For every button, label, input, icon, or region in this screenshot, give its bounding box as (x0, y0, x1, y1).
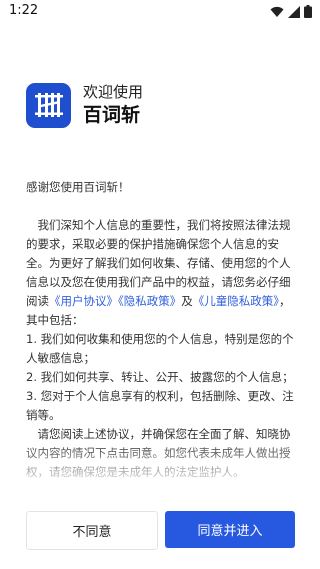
status-bar: 1:22 (0, 0, 320, 24)
welcome-header: 欢迎使用 百词斩 (26, 82, 143, 128)
privacy-policy-link[interactable]: 《隐私政策》 (118, 294, 181, 308)
app-name: 百词斩 (83, 104, 141, 126)
app-logo (26, 82, 71, 128)
list-item: 1. 我们如何收集和使用您的个人信息，特别是您的个人敏感信息； (26, 332, 294, 365)
user-agreement-link[interactable]: 《用户协议》 (49, 294, 118, 308)
greeting-text: 感谢您使用百词斩！ (26, 180, 130, 194)
status-time: 1:22 (9, 3, 39, 18)
decline-button[interactable]: 不同意 (26, 511, 158, 550)
intro-paragraph: 我们深知个人信息的重要性，我们将按照法律法规的要求，采取必要的保护措施确保您个人… (26, 216, 296, 330)
children-privacy-link[interactable]: 《儿童隐私政策》 (193, 294, 279, 308)
accept-button[interactable]: 同意并进入 (165, 511, 295, 548)
wifi-icon (270, 6, 284, 17)
battery-icon (304, 5, 312, 18)
text-fade-overlay (0, 440, 320, 490)
and-text: 及 (181, 294, 193, 308)
signal-icon (288, 5, 300, 18)
app-logo-icon (34, 93, 63, 117)
list-item: 3. 您对于个人信息享有的权利，包括删除、更改、注销等。 (26, 389, 294, 422)
list-item: 2. 我们如何共享、转让、公开、披露您的个人信息； (26, 370, 294, 384)
welcome-text: 欢迎使用 (83, 83, 144, 101)
privacy-agreement-text: 感谢您使用百词斩！ 我们深知个人信息的重要性，我们将按照法律法规的要求，采取必要… (26, 178, 296, 484)
status-icons (270, 5, 312, 18)
